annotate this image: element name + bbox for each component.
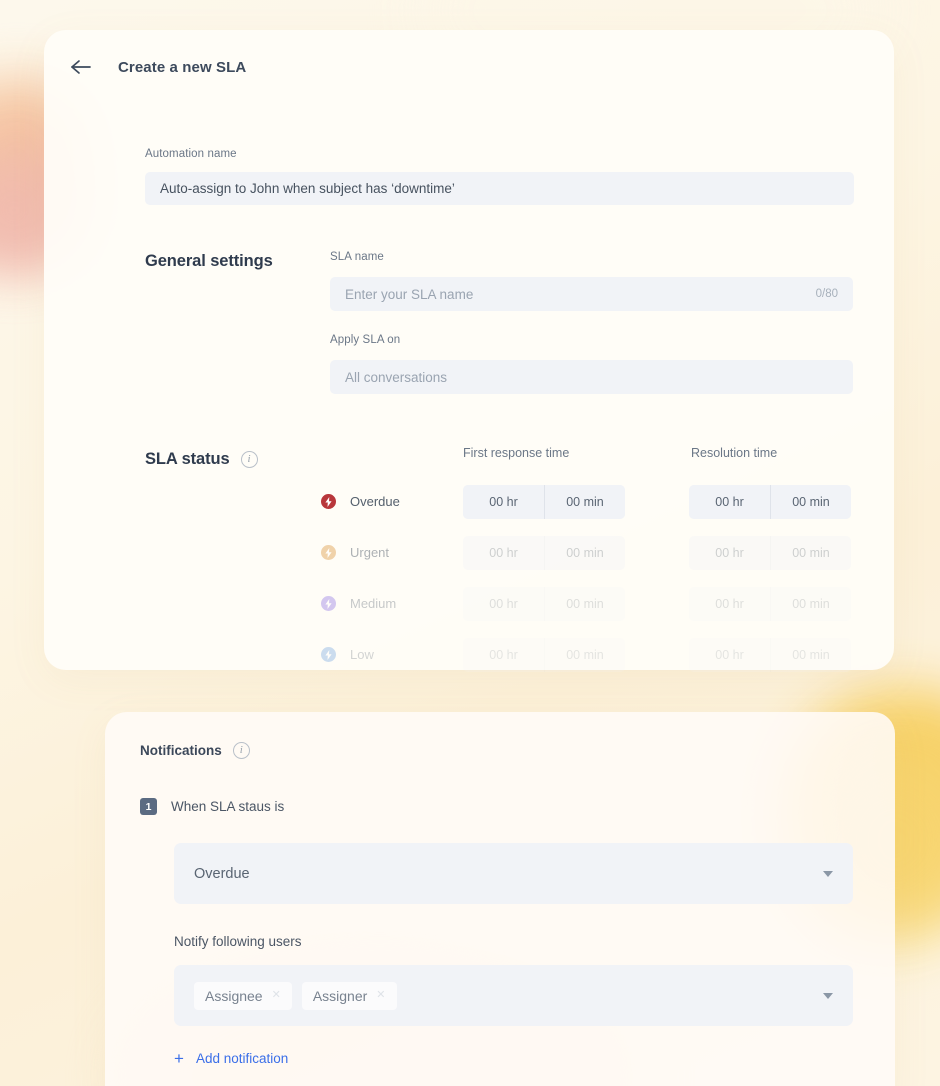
hours-cell[interactable]: 00 hr [689,586,770,621]
resolution-time-input-medium[interactable]: 00 hr 00 min [689,586,851,621]
general-settings-title: General settings [145,252,273,270]
sla-status-rows: Overdue 00 hr 00 min 00 hr 00 min Urgent… [321,476,866,680]
minutes-cell[interactable]: 00 min [770,586,851,621]
apply-sla-on-label: Apply SLA on [330,334,401,346]
info-icon[interactable]: i [232,742,250,759]
sla-status-heading: SLA status i [145,450,258,469]
notifications-heading: Notifications i [140,742,250,759]
chevron-down-icon[interactable] [823,870,833,877]
table-row: Medium 00 hr 00 min 00 hr 00 min [321,578,866,629]
column-header-resolution: Resolution time [691,446,778,460]
minutes-cell[interactable]: 00 min [770,484,851,519]
create-sla-card: Create a new SLA Automation name Auto-as… [44,30,894,672]
automation-name-value: Auto-assign to John when subject has ‘do… [160,181,455,196]
hours-cell[interactable]: 00 hr [463,535,544,570]
apply-sla-on-value: All conversations [345,369,448,385]
step-number-badge: 1 [140,798,157,815]
notification-step-1: 1 When SLA staus is [140,798,284,815]
notifications-title: Notifications [140,743,222,758]
notify-users-select[interactable]: Assignee ✕ Assigner ✕ [174,965,853,1026]
minutes-cell[interactable]: 00 min [544,484,625,519]
resolution-time-input-low[interactable]: 00 hr 00 min [689,637,851,672]
info-icon[interactable]: i [240,451,258,468]
table-row: Low 00 hr 00 min 00 hr 00 min [321,629,866,680]
notify-users-label: Notify following users [174,934,302,949]
sla-name-placeholder: Enter your SLA name [345,286,474,302]
minutes-cell[interactable]: 00 min [544,535,625,570]
close-icon[interactable]: ✕ [376,990,385,1001]
apply-sla-on-select[interactable]: All conversations [330,360,853,394]
first-response-time-input-overdue[interactable]: 00 hr 00 min [463,484,625,519]
step-label: When SLA staus is [171,799,285,814]
user-chip-assigner[interactable]: Assigner ✕ [301,981,397,1010]
sla-status-title: SLA status [145,450,230,468]
page-title: Create a new SLA [118,58,247,76]
status-label: Overdue [350,494,400,509]
plus-icon: + [174,1049,184,1068]
sla-status-select[interactable]: Overdue [174,843,853,904]
sla-status-select-value: Overdue [194,865,250,882]
minutes-cell[interactable]: 00 min [544,586,625,621]
sla-name-label: SLA name [330,251,384,263]
hours-cell[interactable]: 00 hr [689,637,770,672]
hours-cell[interactable]: 00 hr [689,484,770,519]
card-header: Create a new SLA [68,54,246,80]
automation-name-label: Automation name [145,148,237,160]
minutes-cell[interactable]: 00 min [544,637,625,672]
table-row: Overdue 00 hr 00 min 00 hr 00 min [321,476,866,527]
automation-name-input[interactable]: Auto-assign to John when subject has ‘do… [145,172,854,205]
hours-cell[interactable]: 00 hr [463,484,544,519]
add-notification-button[interactable]: + Add notification [174,1050,288,1067]
hours-cell[interactable]: 00 hr [463,586,544,621]
status-label: Urgent [350,545,390,560]
resolution-time-input-overdue[interactable]: 00 hr 00 min [689,484,851,519]
chevron-down-icon[interactable] [823,992,833,999]
first-response-time-input-medium[interactable]: 00 hr 00 min [463,586,625,621]
hours-cell[interactable]: 00 hr [463,637,544,672]
first-response-time-input-low[interactable]: 00 hr 00 min [463,637,625,672]
status-label: Low [350,647,374,662]
user-chip-assignee[interactable]: Assignee ✕ [194,981,292,1010]
minutes-cell[interactable]: 00 min [770,535,851,570]
sla-name-input[interactable]: Enter your SLA name 0/80 [330,277,853,311]
chip-label: Assigner [312,987,368,1004]
column-header-first-response: First response time [463,446,570,460]
lightning-bolt-icon [321,596,336,611]
lightning-bolt-icon [321,494,336,509]
resolution-time-input-urgent[interactable]: 00 hr 00 min [689,535,851,570]
add-notification-label: Add notification [195,1051,289,1066]
sla-name-counter: 0/80 [815,288,838,300]
close-icon[interactable]: ✕ [272,990,281,1001]
status-label: Medium [350,596,397,611]
table-row: Urgent 00 hr 00 min 00 hr 00 min [321,527,866,578]
chip-label: Assignee [205,987,263,1004]
lightning-bolt-icon [321,545,336,560]
hours-cell[interactable]: 00 hr [689,535,770,570]
first-response-time-input-urgent[interactable]: 00 hr 00 min [463,535,625,570]
back-arrow-icon[interactable] [68,54,94,80]
lightning-bolt-icon [321,647,336,662]
minutes-cell[interactable]: 00 min [770,637,851,672]
